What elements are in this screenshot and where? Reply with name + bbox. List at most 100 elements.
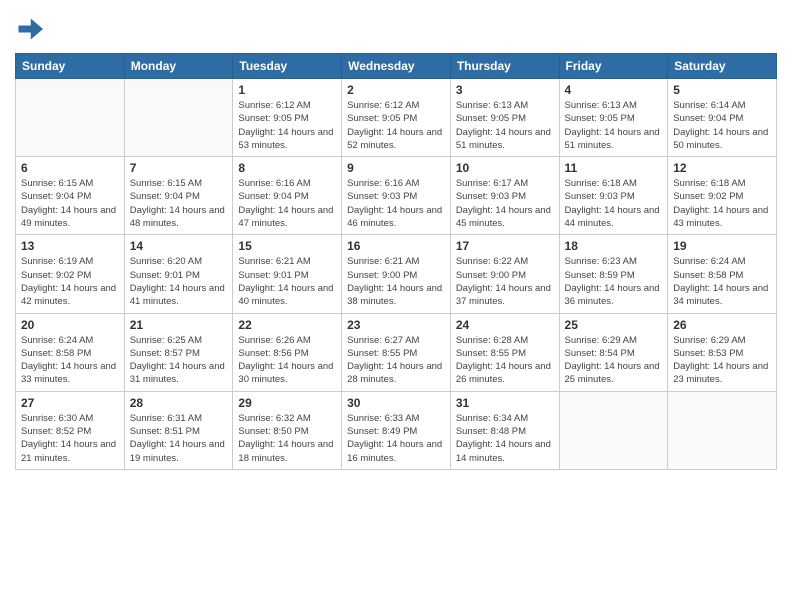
day-info: Sunrise: 6:16 AMSunset: 9:03 PMDaylight:… xyxy=(347,177,445,230)
day-number: 10 xyxy=(456,161,554,175)
calendar-cell: 4 Sunrise: 6:13 AMSunset: 9:05 PMDaylight… xyxy=(559,79,668,157)
day-number: 16 xyxy=(347,239,445,253)
day-number: 1 xyxy=(238,83,336,97)
day-info: Sunrise: 6:21 AMSunset: 9:00 PMDaylight:… xyxy=(347,255,445,308)
calendar-cell: 11 Sunrise: 6:18 AMSunset: 9:03 PMDayligh… xyxy=(559,157,668,235)
calendar-cell: 15 Sunrise: 6:21 AMSunset: 9:01 PMDayligh… xyxy=(233,235,342,313)
weekday-header-thursday: Thursday xyxy=(450,54,559,79)
day-info: Sunrise: 6:24 AMSunset: 8:58 PMDaylight:… xyxy=(673,255,771,308)
calendar-cell: 23Sunrise: 6:27 AMSunset: 8:55 PMDayligh… xyxy=(342,313,451,391)
calendar-cell: 12Sunrise: 6:18 AMSunset: 9:02 PMDayligh… xyxy=(668,157,777,235)
day-info: Sunrise: 6:15 AMSunset: 9:04 PMDaylight:… xyxy=(21,177,119,230)
day-info: Sunrise: 6:19 AMSunset: 9:02 PMDaylight:… xyxy=(21,255,119,308)
day-info: Sunrise: 6:31 AMSunset: 8:51 PMDaylight:… xyxy=(130,412,228,465)
day-info: Sunrise: 6:16 AMSunset: 9:04 PMDaylight:… xyxy=(238,177,336,230)
calendar-cell: 16 Sunrise: 6:21 AMSunset: 9:00 PMDayligh… xyxy=(342,235,451,313)
weekday-header-row: SundayMondayTuesdayWednesdayThursdayFrid… xyxy=(16,54,777,79)
day-number: 11 xyxy=(565,161,663,175)
day-number: 21 xyxy=(130,318,228,332)
day-number: 3 xyxy=(456,83,554,97)
day-number: 18 xyxy=(565,239,663,253)
weekday-header-wednesday: Wednesday xyxy=(342,54,451,79)
day-number: 4 xyxy=(565,83,663,97)
day-number: 29 xyxy=(238,396,336,410)
week-row-1: 1 Sunrise: 6:12 AMSunset: 9:05 PMDaylight… xyxy=(16,79,777,157)
day-info: Sunrise: 6:13 AMSunset: 9:05 PMDaylight:… xyxy=(565,99,663,152)
calendar-cell: 3 Sunrise: 6:13 AMSunset: 9:05 PMDaylight… xyxy=(450,79,559,157)
day-number: 30 xyxy=(347,396,445,410)
calendar-cell: 30 Sunrise: 6:33 AMSunset: 8:49 PMDayligh… xyxy=(342,391,451,469)
calendar-cell: 2 Sunrise: 6:12 AMSunset: 9:05 PMDaylight… xyxy=(342,79,451,157)
logo-icon xyxy=(15,15,43,43)
day-number: 9 xyxy=(347,161,445,175)
day-number: 26 xyxy=(673,318,771,332)
weekday-header-tuesday: Tuesday xyxy=(233,54,342,79)
calendar-cell xyxy=(124,79,233,157)
day-info: Sunrise: 6:24 AMSunset: 8:58 PMDaylight:… xyxy=(21,334,119,387)
day-info: Sunrise: 6:13 AMSunset: 9:05 PMDaylight:… xyxy=(456,99,554,152)
calendar-cell: 20 Sunrise: 6:24 AMSunset: 8:58 PMDayligh… xyxy=(16,313,125,391)
day-info: Sunrise: 6:34 AMSunset: 8:48 PMDaylight:… xyxy=(456,412,554,465)
day-info: Sunrise: 6:26 AMSunset: 8:56 PMDaylight:… xyxy=(238,334,336,387)
calendar-cell: 10 Sunrise: 6:17 AMSunset: 9:03 PMDayligh… xyxy=(450,157,559,235)
day-number: 31 xyxy=(456,396,554,410)
day-info: Sunrise: 6:23 AMSunset: 8:59 PMDaylight:… xyxy=(565,255,663,308)
page-header xyxy=(15,15,777,43)
day-info: Sunrise: 6:14 AMSunset: 9:04 PMDaylight:… xyxy=(673,99,771,152)
day-info: Sunrise: 6:17 AMSunset: 9:03 PMDaylight:… xyxy=(456,177,554,230)
day-number: 28 xyxy=(130,396,228,410)
calendar-cell: 21 Sunrise: 6:25 AMSunset: 8:57 PMDayligh… xyxy=(124,313,233,391)
week-row-4: 20 Sunrise: 6:24 AMSunset: 8:58 PMDayligh… xyxy=(16,313,777,391)
calendar-cell: 19 Sunrise: 6:24 AMSunset: 8:58 PMDayligh… xyxy=(668,235,777,313)
day-info: Sunrise: 6:32 AMSunset: 8:50 PMDaylight:… xyxy=(238,412,336,465)
day-number: 14 xyxy=(130,239,228,253)
day-number: 25 xyxy=(565,318,663,332)
day-number: 7 xyxy=(130,161,228,175)
day-info: Sunrise: 6:33 AMSunset: 8:49 PMDaylight:… xyxy=(347,412,445,465)
weekday-header-friday: Friday xyxy=(559,54,668,79)
day-number: 2 xyxy=(347,83,445,97)
calendar-cell: 29 Sunrise: 6:32 AMSunset: 8:50 PMDayligh… xyxy=(233,391,342,469)
calendar-cell: 24 Sunrise: 6:28 AMSunset: 8:55 PMDayligh… xyxy=(450,313,559,391)
day-info: Sunrise: 6:12 AMSunset: 9:05 PMDaylight:… xyxy=(347,99,445,152)
logo xyxy=(15,15,47,43)
day-info: Sunrise: 6:29 AMSunset: 8:54 PMDaylight:… xyxy=(565,334,663,387)
calendar-cell: 13 Sunrise: 6:19 AMSunset: 9:02 PMDayligh… xyxy=(16,235,125,313)
calendar-cell: 7 Sunrise: 6:15 AMSunset: 9:04 PMDaylight… xyxy=(124,157,233,235)
day-number: 24 xyxy=(456,318,554,332)
calendar-cell: 28 Sunrise: 6:31 AMSunset: 8:51 PMDayligh… xyxy=(124,391,233,469)
calendar-cell: 25 Sunrise: 6:29 AMSunset: 8:54 PMDayligh… xyxy=(559,313,668,391)
day-info: Sunrise: 6:22 AMSunset: 9:00 PMDaylight:… xyxy=(456,255,554,308)
day-number: 19 xyxy=(673,239,771,253)
week-row-2: 6Sunrise: 6:15 AMSunset: 9:04 PMDaylight… xyxy=(16,157,777,235)
week-row-5: 27Sunrise: 6:30 AMSunset: 8:52 PMDayligh… xyxy=(16,391,777,469)
day-number: 12 xyxy=(673,161,771,175)
calendar-table: SundayMondayTuesdayWednesdayThursdayFrid… xyxy=(15,53,777,470)
day-number: 13 xyxy=(21,239,119,253)
day-number: 22 xyxy=(238,318,336,332)
day-info: Sunrise: 6:21 AMSunset: 9:01 PMDaylight:… xyxy=(238,255,336,308)
day-number: 20 xyxy=(21,318,119,332)
calendar-cell: 31 Sunrise: 6:34 AMSunset: 8:48 PMDayligh… xyxy=(450,391,559,469)
day-number: 17 xyxy=(456,239,554,253)
calendar-cell: 5Sunrise: 6:14 AMSunset: 9:04 PMDaylight… xyxy=(668,79,777,157)
day-info: Sunrise: 6:27 AMSunset: 8:55 PMDaylight:… xyxy=(347,334,445,387)
calendar-cell xyxy=(668,391,777,469)
calendar-cell: 8 Sunrise: 6:16 AMSunset: 9:04 PMDaylight… xyxy=(233,157,342,235)
weekday-header-monday: Monday xyxy=(124,54,233,79)
day-number: 15 xyxy=(238,239,336,253)
day-info: Sunrise: 6:30 AMSunset: 8:52 PMDaylight:… xyxy=(21,412,119,465)
day-info: Sunrise: 6:20 AMSunset: 9:01 PMDaylight:… xyxy=(130,255,228,308)
calendar-cell: 6Sunrise: 6:15 AMSunset: 9:04 PMDaylight… xyxy=(16,157,125,235)
calendar-cell: 18 Sunrise: 6:23 AMSunset: 8:59 PMDayligh… xyxy=(559,235,668,313)
calendar-cell: 22 Sunrise: 6:26 AMSunset: 8:56 PMDayligh… xyxy=(233,313,342,391)
calendar-cell: 9 Sunrise: 6:16 AMSunset: 9:03 PMDaylight… xyxy=(342,157,451,235)
day-number: 8 xyxy=(238,161,336,175)
day-info: Sunrise: 6:28 AMSunset: 8:55 PMDaylight:… xyxy=(456,334,554,387)
day-info: Sunrise: 6:29 AMSunset: 8:53 PMDaylight:… xyxy=(673,334,771,387)
day-info: Sunrise: 6:18 AMSunset: 9:03 PMDaylight:… xyxy=(565,177,663,230)
calendar-cell: 26 Sunrise: 6:29 AMSunset: 8:53 PMDayligh… xyxy=(668,313,777,391)
calendar-cell: 17 Sunrise: 6:22 AMSunset: 9:00 PMDayligh… xyxy=(450,235,559,313)
day-info: Sunrise: 6:25 AMSunset: 8:57 PMDaylight:… xyxy=(130,334,228,387)
day-info: Sunrise: 6:15 AMSunset: 9:04 PMDaylight:… xyxy=(130,177,228,230)
